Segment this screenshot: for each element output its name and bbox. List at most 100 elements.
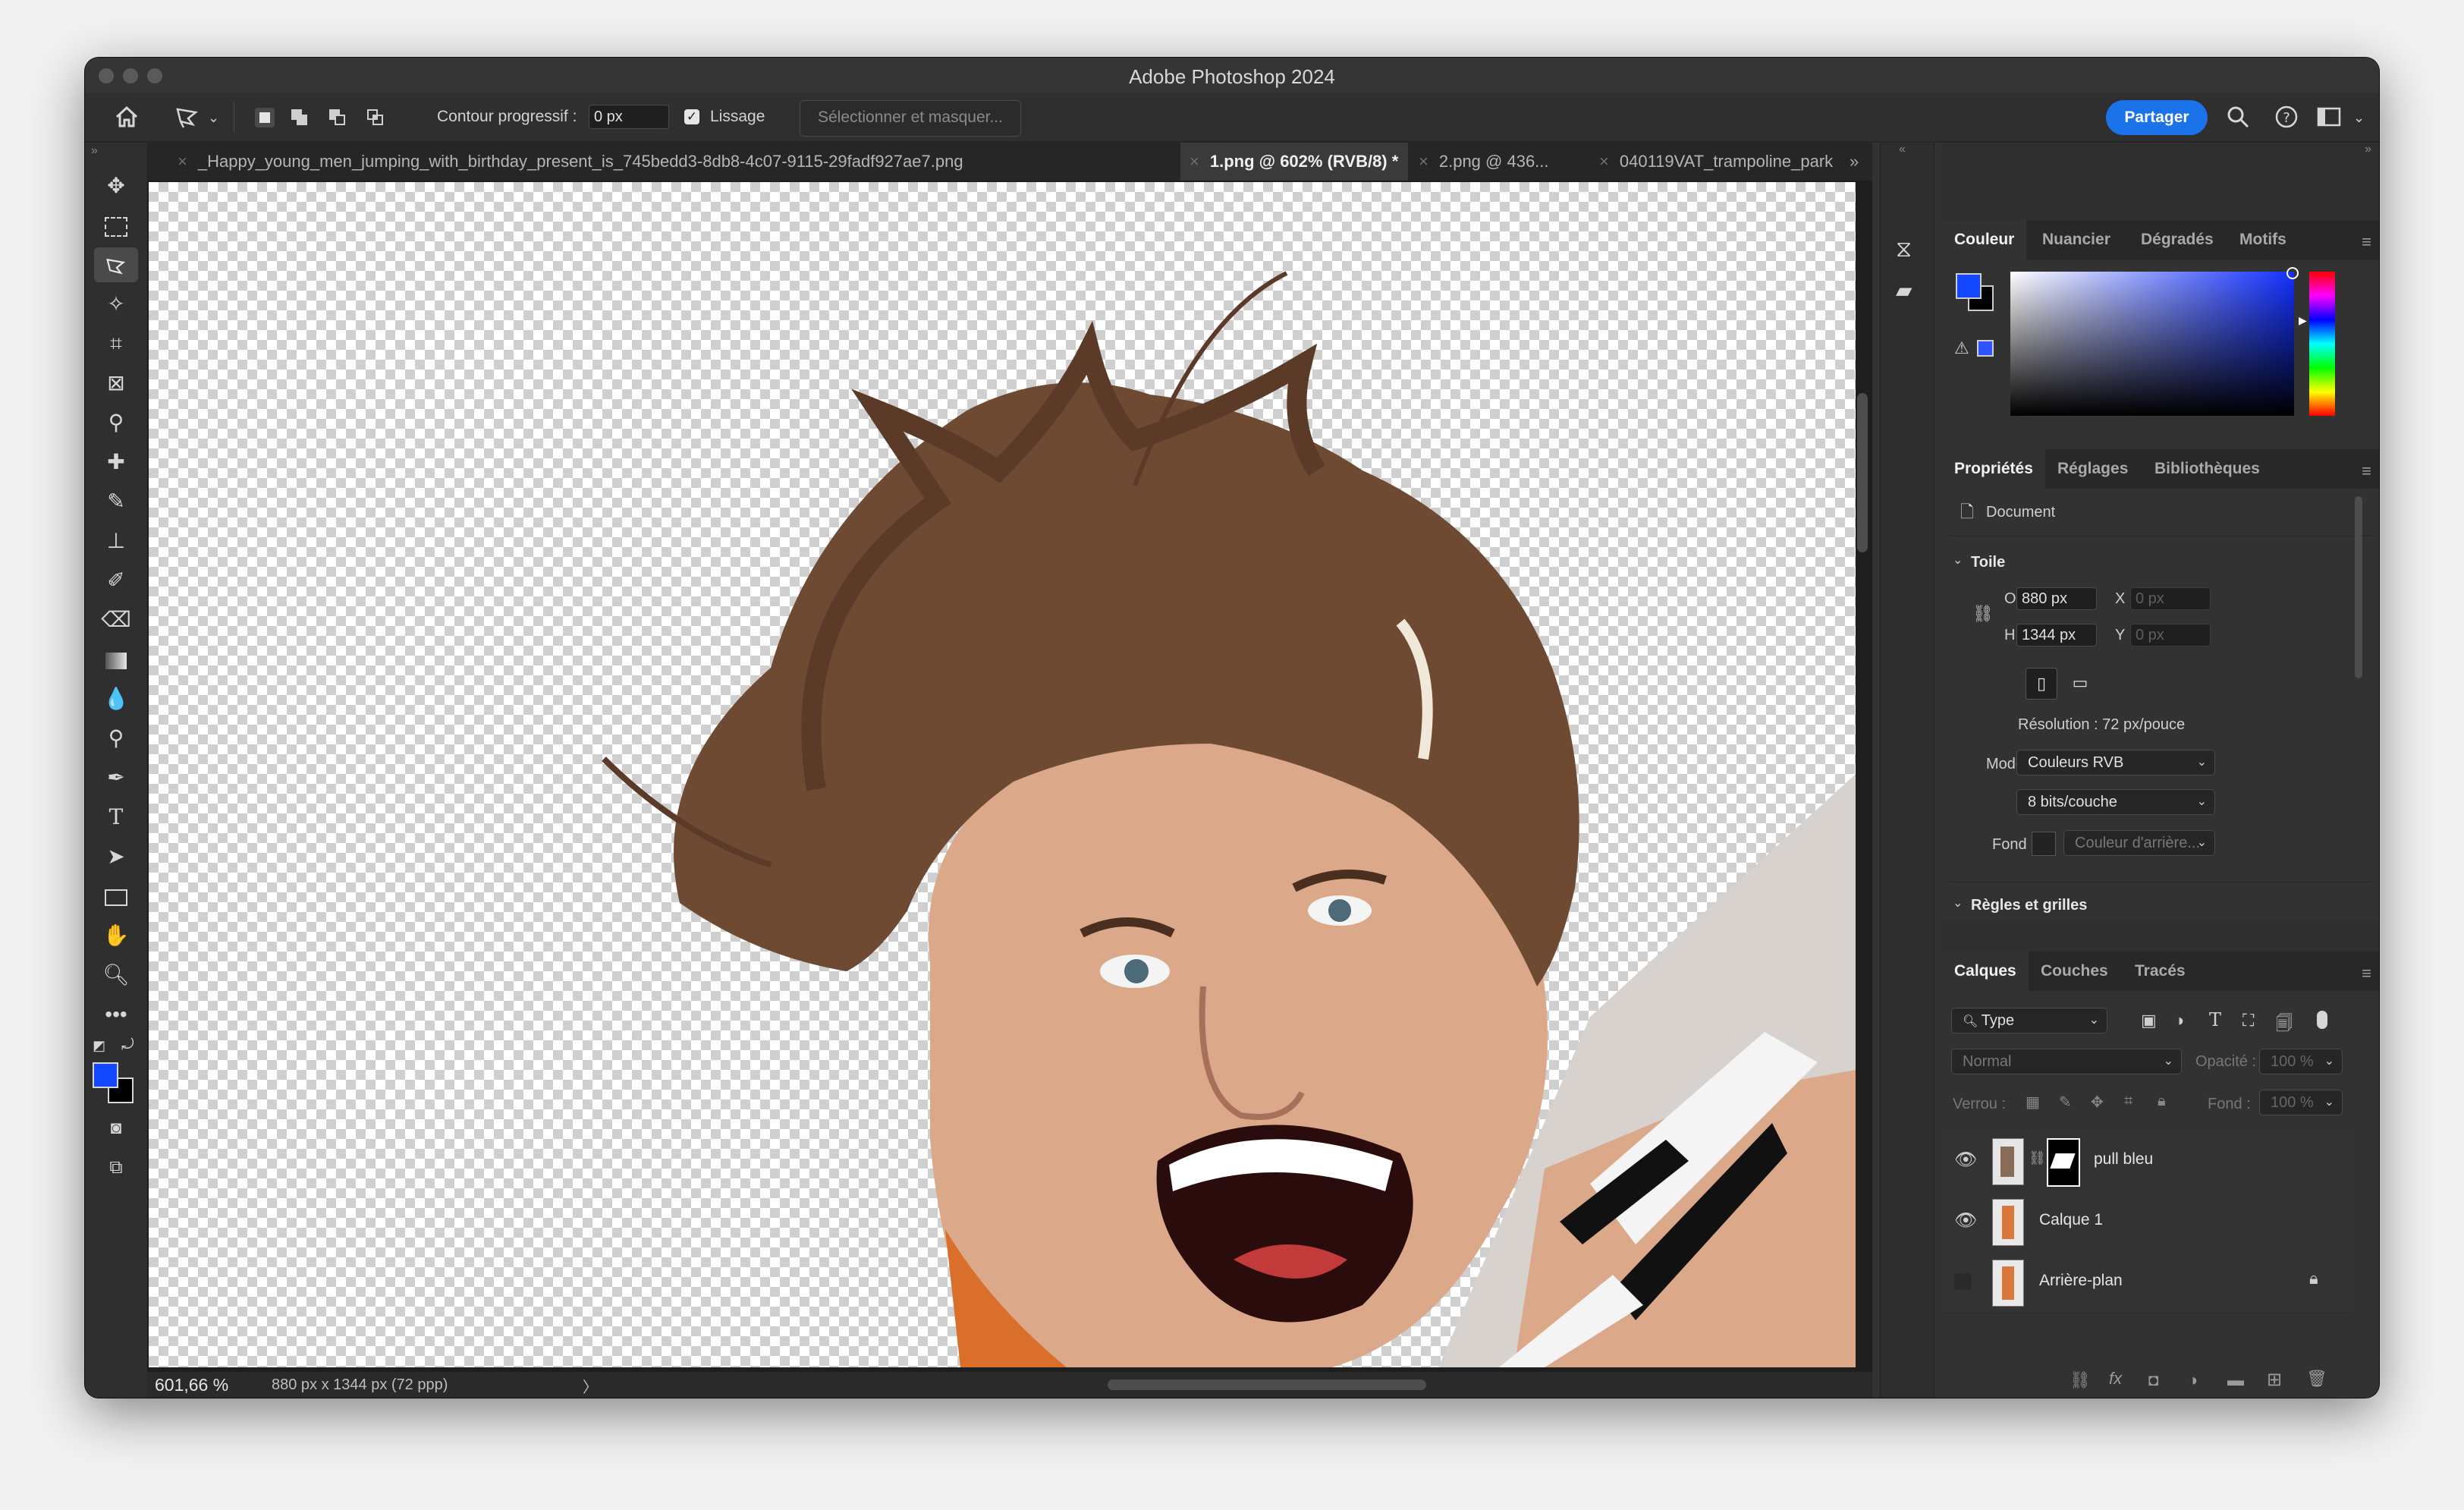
brush-tool-icon[interactable]: ✎ (94, 484, 138, 519)
chevron-down-icon[interactable]: ⌄ (2353, 106, 2365, 129)
tab-document-3[interactable]: × 2.png @ 436... (1410, 143, 1589, 181)
panel-menu-icon[interactable]: ≡ (2362, 964, 2371, 983)
color-picker-handle[interactable] (2286, 267, 2299, 279)
fill-dropdown[interactable]: Couleur d'arrière... ⌄ (2063, 830, 2215, 856)
foreground-color-swatch[interactable] (1956, 273, 1982, 299)
tab-bibliotheques[interactable]: Bibliothèques (2142, 449, 2272, 489)
collapse-icon[interactable]: » (91, 144, 98, 158)
gamut-warning-icon[interactable]: ⚠ (1954, 338, 1969, 358)
dodge-tool-icon[interactable]: ⚲ (94, 721, 138, 756)
tab-document-1[interactable]: × _Happy_young_men_jumping_with_birthday_… (147, 143, 1179, 181)
height-field[interactable]: 1344 px (2016, 624, 2097, 646)
new-layer-icon[interactable]: ⊞ (2267, 1369, 2282, 1391)
workspace-icon[interactable] (2317, 106, 2343, 127)
x-field[interactable]: 0 px (2130, 587, 2211, 610)
home-icon[interactable] (114, 105, 140, 129)
healing-brush-tool-icon[interactable]: ✚ (94, 445, 138, 480)
panel-menu-icon[interactable]: ≡ (2362, 461, 2371, 481)
delete-layer-icon[interactable]: 🗑︎ (2306, 1369, 2327, 1389)
tab-nuancier[interactable]: Nuancier (2030, 220, 2123, 260)
horizontal-scrollbar[interactable] (1108, 1379, 1426, 1390)
clone-stamp-tool-icon[interactable]: ⊥ (94, 524, 138, 558)
eye-icon[interactable]: 👁︎ (1954, 1149, 1977, 1171)
history-icon[interactable]: ⧖ (1896, 237, 1912, 263)
mask-link-icon[interactable]: ⛓ (2029, 1150, 2046, 1166)
opacity-field[interactable]: 100 % ⌄ (2259, 1049, 2343, 1074)
foreground-color-swatch[interactable] (93, 1062, 118, 1088)
move-tool-icon[interactable]: ✥ (94, 168, 138, 203)
bit-depth-dropdown[interactable]: 8 bits/couche ⌄ (2016, 789, 2215, 815)
add-mask-icon[interactable]: ◘ (2148, 1370, 2158, 1390)
document-canvas[interactable] (149, 182, 1856, 1367)
zoom-tool-icon[interactable]: 🔍︎ (94, 958, 138, 993)
new-group-icon[interactable]: ▬ (2227, 1370, 2244, 1390)
adjustment-layer-icon[interactable]: ◑ (2188, 1370, 2198, 1390)
zoom-level[interactable]: 601,66 % (155, 1375, 228, 1395)
lasso-tool-icon[interactable] (94, 247, 138, 282)
filter-type-icon[interactable]: T (2209, 1009, 2221, 1030)
fill-color-swatch[interactable] (2032, 832, 2056, 856)
eye-icon[interactable]: 👁︎ (1954, 1210, 1977, 1232)
tab-traces[interactable]: Tracés (2123, 952, 2198, 991)
chevron-down-icon[interactable]: ⌄ (1953, 895, 1963, 911)
comments-icon[interactable]: ▰ (1896, 278, 1912, 303)
pen-tool-icon[interactable]: ✒ (94, 760, 138, 795)
tab-couches[interactable]: Couches (2029, 952, 2120, 991)
lock-all-icon[interactable]: 🔒︎ (2158, 1093, 2166, 1110)
lock-artboard-icon[interactable]: ⌗ (2124, 1093, 2132, 1110)
tab-document-2[interactable]: × 1.png @ 602% (RVB/8) * (1180, 143, 1408, 181)
blend-mode-dropdown[interactable]: Normal ⌄ (1951, 1049, 2182, 1074)
mask-thumbnail[interactable] (2047, 1138, 2080, 1187)
help-icon[interactable]: ? (2274, 105, 2299, 129)
smooth-checkbox[interactable]: ✓ (684, 109, 699, 124)
filter-adjustment-icon[interactable]: ◑ (2174, 1011, 2184, 1030)
layer-style-icon[interactable]: fx (2109, 1369, 2122, 1389)
close-tab-icon[interactable]: × (1599, 152, 1609, 171)
chevron-down-icon[interactable]: ⌄ (1953, 552, 1963, 568)
collapse-icon[interactable]: « (1899, 143, 1906, 156)
eyedropper-tool-icon[interactable]: ⚲ (94, 405, 138, 440)
layer-filter-dropdown[interactable]: 🔍︎ Type ⌄ (1951, 1008, 2107, 1033)
feather-input[interactable]: 0 px (589, 105, 669, 129)
eraser-tool-icon[interactable]: ⌫ (94, 602, 138, 637)
panel-menu-icon[interactable]: ≡ (2362, 232, 2371, 252)
collapse-icon[interactable]: » (2365, 143, 2371, 156)
tab-document-4[interactable]: × 040119VAT_trampoline_park (1590, 143, 1848, 181)
tab-couleur[interactable]: Couleur (1942, 220, 2027, 260)
magic-wand-tool-icon[interactable]: ✧ (94, 287, 138, 322)
default-colors-icon[interactable]: ◩ (93, 1038, 105, 1054)
gradient-tool-icon[interactable] (94, 642, 138, 677)
color-field[interactable] (2010, 267, 2299, 416)
layer-row-pull-bleu[interactable]: 👁︎ ⛓ pull bleu (1942, 1131, 2352, 1192)
path-selection-tool-icon[interactable]: ➤ (94, 839, 138, 874)
type-tool-icon[interactable]: T (94, 800, 138, 835)
hand-tool-icon[interactable]: ✋ (94, 918, 138, 953)
portrait-icon[interactable]: ▯ (2026, 668, 2057, 700)
link-layers-icon[interactable]: ⛓ (2070, 1370, 2091, 1390)
hue-slider[interactable] (2309, 272, 2335, 416)
filter-smart-object-icon[interactable]: 🗐︎ (2276, 1011, 2293, 1040)
web-color-swatch[interactable] (1977, 340, 1994, 357)
layer-row-calque-1[interactable]: 👁︎ Calque 1 (1942, 1191, 2352, 1253)
screen-mode-icon[interactable]: ⧉ (94, 1150, 138, 1185)
canvas-area[interactable] (147, 181, 1872, 1398)
frame-tool-icon[interactable]: ⊠ (94, 366, 138, 401)
tab-calques[interactable]: Calques (1942, 952, 2029, 991)
close-tab-icon[interactable]: × (178, 152, 187, 171)
filter-shape-icon[interactable]: ⛶ (2242, 1011, 2254, 1030)
select-and-mask-button[interactable]: Sélectionner et masquer... (800, 100, 1021, 137)
close-tab-icon[interactable]: × (1419, 152, 1428, 171)
link-icon[interactable]: ⛓ (1972, 604, 1994, 624)
visibility-toggle[interactable] (1954, 1273, 1971, 1290)
chevron-down-icon[interactable]: ⌄ (208, 106, 219, 129)
marquee-tool-icon[interactable] (94, 208, 138, 243)
intersect-selection-button[interactable] (366, 108, 385, 127)
crop-tool-icon[interactable]: ⌗ (94, 326, 138, 361)
lock-pixels-icon[interactable]: ✎ (2059, 1093, 2072, 1112)
landscape-icon[interactable]: ▭ (2065, 668, 2095, 698)
lock-transparency-icon[interactable]: ▦ (2026, 1093, 2040, 1112)
blur-tool-icon[interactable]: 💧 (94, 681, 138, 716)
search-icon[interactable] (2226, 105, 2250, 129)
tab-degrades[interactable]: Dégradés (2129, 220, 2226, 260)
tab-proprietes[interactable]: Propriétés (1942, 449, 2045, 489)
